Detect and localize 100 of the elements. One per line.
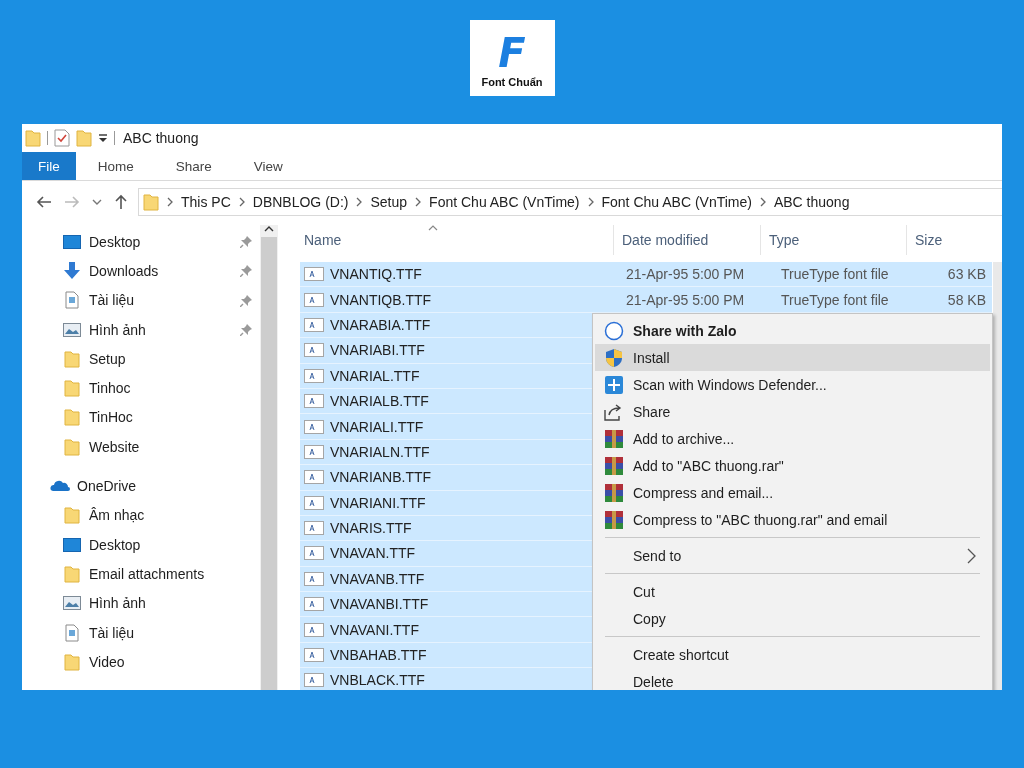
address-field[interactable]: This PC DBNBLOG (D:) Setup Font Chu ABC (VnTime) Font Chu ABC (VnTime) ABC thuong: [138, 188, 1002, 216]
file-row[interactable]: VNANTIQB.TTF 21-Apr-95 5:00 PM TrueType font file 58 KB: [300, 287, 992, 313]
menu-item[interactable]: Add to archive...: [595, 425, 990, 452]
date-cell-text: 21-Apr-95 5:00 PM: [625, 291, 746, 308]
dropdown-icon[interactable]: [98, 133, 108, 143]
font-file-icon: [304, 521, 324, 536]
file-name: VNAVANB.TTF: [330, 570, 425, 587]
font-file-icon: [304, 444, 324, 459]
ribbon-tab[interactable]: File: [22, 152, 76, 180]
font-file-icon: [304, 597, 324, 612]
font-file-icon: [304, 622, 324, 637]
nav-item[interactable]: Tài liệu: [89, 624, 135, 641]
file-name: VNAVANI.TTF: [330, 621, 419, 638]
breadcrumb[interactable]: Setup: [370, 194, 408, 210]
scrollbar[interactable]: [993, 262, 1002, 690]
menu-item[interactable]: Share: [595, 398, 990, 425]
books-icon: [604, 455, 624, 476]
size-cell-text: 63 KB: [946, 266, 987, 283]
scroll-up-icon[interactable]: [264, 225, 274, 233]
menu-item[interactable]: Send to: [595, 542, 990, 569]
column-header[interactable]: Size: [907, 225, 1002, 255]
nav-item[interactable]: TinHoc: [89, 409, 133, 426]
nav-item[interactable]: Setup: [89, 350, 126, 367]
font-file-icon: [304, 292, 324, 307]
chevron-right-icon: [759, 197, 766, 207]
nav-item[interactable]: Desktop: [89, 536, 141, 553]
menu-item[interactable]: Add to "ABC thuong.rar": [595, 452, 990, 479]
file-name: VNBAHAB.TTF: [330, 647, 427, 664]
download-icon: [63, 261, 81, 280]
ribbon-tab[interactable]: View: [231, 152, 303, 180]
font-file-icon: [304, 317, 324, 332]
font-file-icon: [304, 394, 324, 409]
books-icon: [604, 509, 624, 530]
folder-icon: [64, 379, 80, 398]
nav-item[interactable]: Tinhoc: [89, 380, 131, 397]
menu-item[interactable]: Create shortcut: [595, 641, 990, 668]
date-cell-text: 21-Apr-95 5:00 PM: [625, 266, 746, 283]
font-file-icon: [304, 368, 324, 383]
menu-item[interactable]: Delete: [595, 668, 990, 690]
ribbon-tab[interactable]: Home: [75, 152, 154, 180]
chevron-down-icon[interactable]: [92, 198, 102, 206]
column-header[interactable]: Name: [278, 225, 614, 255]
column-header[interactable]: Date modified: [614, 225, 761, 255]
chevron-right-icon: [238, 197, 245, 207]
nav-item[interactable]: Downloads: [89, 262, 159, 279]
breadcrumb[interactable]: This PC: [181, 194, 231, 210]
folder-icon: [64, 564, 80, 583]
back-arrow-icon[interactable]: [36, 195, 52, 209]
menu-item[interactable]: Share with Zalo: [595, 317, 990, 344]
nav-item[interactable]: Hình ảnh: [89, 595, 146, 612]
breadcrumb[interactable]: Font Chu ABC (VnTime): [429, 194, 580, 210]
file-name: VNAVAN.TTF: [330, 545, 416, 562]
file-name: VNARIABI.TTF: [330, 342, 425, 359]
menu-item[interactable]: Install: [595, 344, 990, 371]
folder-icon: [64, 349, 80, 368]
menu-item[interactable]: Copy: [595, 605, 990, 632]
type-cell-text: TrueType font file: [780, 291, 890, 308]
nav-item[interactable]: Email attachments: [89, 565, 205, 582]
file-row[interactable]: VNANTIQ.TTF 21-Apr-95 5:00 PM TrueType font file 63 KB: [300, 262, 992, 288]
file-name: VNANTIQB.TTF: [330, 291, 432, 308]
file-name: VNARIALN.TTF: [330, 443, 430, 460]
picture-icon: [63, 596, 81, 611]
logo-text: Font Chuẩn: [481, 76, 543, 88]
font-file-icon: [304, 546, 324, 561]
menu-item[interactable]: Cut: [595, 578, 990, 605]
ribbon-tab[interactable]: Share: [153, 152, 232, 180]
nav-item[interactable]: Âm nhạc: [89, 507, 145, 524]
chevron-right-icon: [587, 197, 594, 207]
properties-icon[interactable]: [54, 129, 70, 147]
document-icon: [65, 291, 79, 310]
nav-item[interactable]: Hình ảnh: [89, 321, 146, 338]
font-file-icon: [304, 343, 324, 358]
column-header[interactable]: Type: [761, 225, 907, 255]
nav-item[interactable]: Tài liệu: [89, 292, 135, 309]
picture-icon: [63, 322, 81, 337]
font-file-icon: [304, 419, 324, 434]
nav-item[interactable]: Video: [89, 653, 125, 670]
document-icon: [65, 623, 79, 642]
nav-item[interactable]: OneDrive: [77, 478, 137, 494]
menu-item[interactable]: Scan with Windows Defender...: [595, 371, 990, 398]
folder-icon: [64, 506, 80, 525]
nav-item[interactable]: Website: [89, 438, 140, 455]
type-cell-text: TrueType font file: [780, 266, 890, 283]
chevron-right-icon: [167, 197, 173, 207]
font-file-icon: [304, 470, 324, 485]
font-file-icon: [304, 673, 324, 688]
file-name: VNBLACK.TTF: [330, 672, 425, 689]
cloud-icon: [50, 480, 70, 492]
font-file-icon: [304, 267, 324, 282]
folder-icon: [25, 129, 41, 147]
nav-item[interactable]: Desktop: [89, 233, 141, 250]
breadcrumb[interactable]: DBNBLOG (D:): [252, 194, 349, 210]
file-name: VNARIALI.TTF: [330, 418, 424, 435]
menu-item[interactable]: Compress to "ABC thuong.rar" and email: [595, 506, 990, 533]
up-arrow-icon[interactable]: [114, 194, 128, 210]
menu-item[interactable]: Compress and email...: [595, 479, 990, 506]
breadcrumb[interactable]: ABC thuong: [773, 194, 850, 210]
font-file-icon: [304, 571, 324, 586]
size-cell-text: 58 KB: [946, 291, 987, 308]
breadcrumb[interactable]: Font Chu ABC (VnTime): [601, 194, 752, 210]
